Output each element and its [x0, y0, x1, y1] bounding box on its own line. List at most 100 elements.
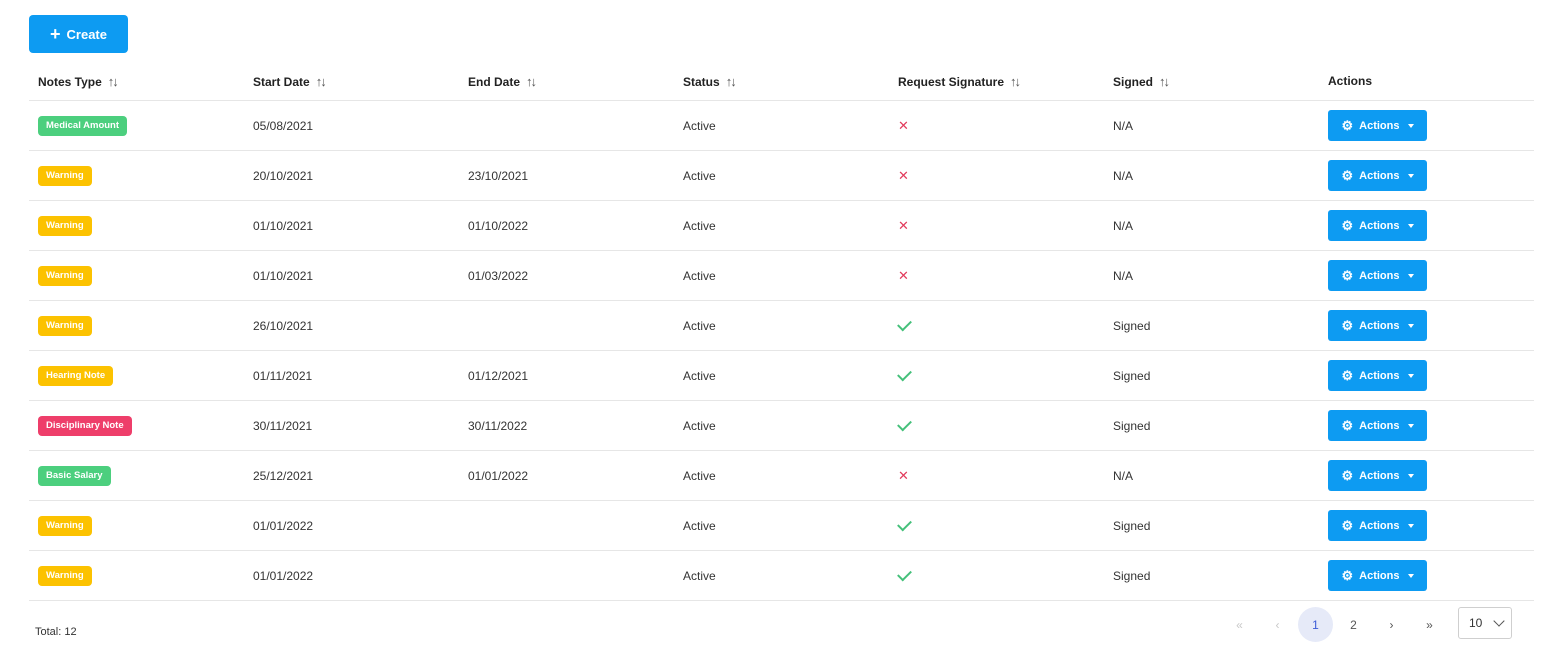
sort-icon[interactable]: ↑↓: [1010, 74, 1021, 89]
cell-end-date: 01/12/2021: [459, 350, 674, 401]
cell-actions: ⚙ Actions: [1319, 200, 1534, 251]
actions-dropdown-button[interactable]: ⚙ Actions: [1328, 110, 1427, 141]
cell-notes-type: Hearing Note: [29, 350, 244, 401]
cell-signed: Signed: [1104, 550, 1319, 601]
first-page-button[interactable]: «: [1222, 607, 1257, 642]
cell-start-date: 26/10/2021: [244, 300, 459, 351]
cross-icon: ✕: [898, 267, 909, 283]
check-icon: [897, 516, 912, 532]
gear-icon: ⚙: [1341, 118, 1354, 133]
notes-type-badge: Disciplinary Note: [38, 415, 132, 436]
cell-end-date: [459, 100, 674, 151]
cell-start-date: 30/11/2021: [244, 400, 459, 451]
actions-dropdown-button[interactable]: ⚙ Actions: [1328, 510, 1427, 541]
column-header-start-date[interactable]: Start Date ↑↓: [244, 62, 459, 101]
cell-signed: Signed: [1104, 400, 1319, 451]
cell-request-signature: [889, 550, 1104, 601]
actions-button-label: Actions: [1359, 519, 1400, 532]
column-header-end-date[interactable]: End Date ↑↓: [459, 62, 674, 101]
gear-icon: ⚙: [1341, 518, 1354, 533]
create-button-label: Create: [66, 26, 107, 42]
sort-icon[interactable]: ↑↓: [108, 74, 119, 89]
notes-type-badge: Warning: [38, 165, 92, 186]
cell-notes-type: Warning: [29, 500, 244, 551]
gear-icon: ⚙: [1341, 318, 1354, 333]
cell-status: Active: [674, 100, 889, 151]
cell-request-signature: [889, 500, 1104, 551]
cell-actions: ⚙ Actions: [1319, 300, 1534, 351]
actions-dropdown-button[interactable]: ⚙ Actions: [1328, 210, 1427, 241]
cell-notes-type: Disciplinary Note: [29, 400, 244, 451]
caret-down-icon: [1407, 273, 1414, 278]
sort-icon[interactable]: ↑↓: [726, 74, 737, 89]
notes-type-badge: Warning: [38, 265, 92, 286]
caret-down-icon: [1407, 573, 1414, 578]
notes-type-badge: Warning: [38, 515, 92, 536]
table-header-row: Notes Type ↑↓ Start Date ↑↓ End Date ↑↓ Sta…: [29, 62, 1534, 101]
cell-request-signature: [889, 400, 1104, 451]
plus-icon: +: [50, 23, 61, 44]
total-count: Total: 12: [35, 626, 77, 638]
actions-button-label: Actions: [1359, 219, 1400, 232]
actions-dropdown-button[interactable]: ⚙ Actions: [1328, 460, 1427, 491]
create-button[interactable]: + Create: [29, 15, 128, 53]
table-row: Medical Amount 05/08/2021 Active ✕ N/A ⚙…: [29, 100, 1534, 151]
actions-dropdown-button[interactable]: ⚙ Actions: [1328, 160, 1427, 191]
cell-end-date: [459, 550, 674, 601]
cell-start-date: 01/10/2021: [244, 250, 459, 301]
cell-status: Active: [674, 200, 889, 251]
caret-down-icon: [1407, 473, 1414, 478]
sort-icon[interactable]: ↑↓: [1159, 74, 1170, 89]
cell-signed: N/A: [1104, 250, 1319, 301]
notes-type-badge: Warning: [38, 565, 92, 586]
column-header-notes-type[interactable]: Notes Type ↑↓: [29, 62, 244, 101]
cell-notes-type: Basic Salary: [29, 450, 244, 501]
caret-down-icon: [1407, 423, 1414, 428]
column-header-signed[interactable]: Signed ↑↓: [1104, 62, 1319, 101]
actions-dropdown-button[interactable]: ⚙ Actions: [1328, 360, 1427, 391]
cell-notes-type: Warning: [29, 300, 244, 351]
gear-icon: ⚙: [1341, 418, 1354, 433]
cell-status: Active: [674, 400, 889, 451]
column-header-request-signature[interactable]: Request Signature ↑↓: [889, 62, 1104, 101]
column-header-status[interactable]: Status ↑↓: [674, 62, 889, 101]
cell-end-date: 30/11/2022: [459, 400, 674, 451]
sort-icon[interactable]: ↑↓: [316, 74, 327, 89]
cross-icon: ✕: [898, 467, 909, 483]
actions-button-label: Actions: [1359, 419, 1400, 432]
table-row: Warning 01/01/2022 Active Signed ⚙ Actio…: [29, 500, 1534, 551]
cell-end-date: 01/03/2022: [459, 250, 674, 301]
cell-signed: N/A: [1104, 200, 1319, 251]
pagination: « ‹ 1 2 › »: [1222, 607, 1450, 642]
previous-page-button[interactable]: ‹: [1260, 607, 1295, 642]
table-row: Basic Salary 25/12/2021 01/01/2022 Activ…: [29, 450, 1534, 501]
actions-button-label: Actions: [1359, 119, 1400, 132]
cell-end-date: [459, 300, 674, 351]
sort-icon[interactable]: ↑↓: [526, 74, 537, 89]
cell-end-date: 01/10/2022: [459, 200, 674, 251]
cell-start-date: 01/11/2021: [244, 350, 459, 401]
cross-icon: ✕: [898, 117, 909, 133]
page-size-select[interactable]: 10: [1458, 607, 1512, 639]
actions-dropdown-button[interactable]: ⚙ Actions: [1328, 560, 1427, 591]
actions-dropdown-button[interactable]: ⚙ Actions: [1328, 260, 1427, 291]
notes-table: Notes Type ↑↓ Start Date ↑↓ End Date ↑↓ Sta…: [29, 62, 1534, 601]
cell-signed: Signed: [1104, 300, 1319, 351]
cross-icon: ✕: [898, 217, 909, 233]
actions-dropdown-button[interactable]: ⚙ Actions: [1328, 410, 1427, 441]
cell-start-date: 25/12/2021: [244, 450, 459, 501]
table-row: Hearing Note 01/11/2021 01/12/2021 Activ…: [29, 350, 1534, 401]
cell-request-signature: ✕: [889, 150, 1104, 201]
page-button-2[interactable]: 2: [1336, 607, 1371, 642]
notes-type-badge: Warning: [38, 315, 92, 336]
cell-status: Active: [674, 500, 889, 551]
gear-icon: ⚙: [1341, 568, 1354, 583]
cell-status: Active: [674, 450, 889, 501]
next-page-button[interactable]: ›: [1374, 607, 1409, 642]
cell-status: Active: [674, 150, 889, 201]
cell-actions: ⚙ Actions: [1319, 550, 1534, 601]
actions-dropdown-button[interactable]: ⚙ Actions: [1328, 310, 1427, 341]
last-page-button[interactable]: »: [1412, 607, 1447, 642]
caret-down-icon: [1407, 173, 1414, 178]
page-button-1[interactable]: 1: [1298, 607, 1333, 642]
